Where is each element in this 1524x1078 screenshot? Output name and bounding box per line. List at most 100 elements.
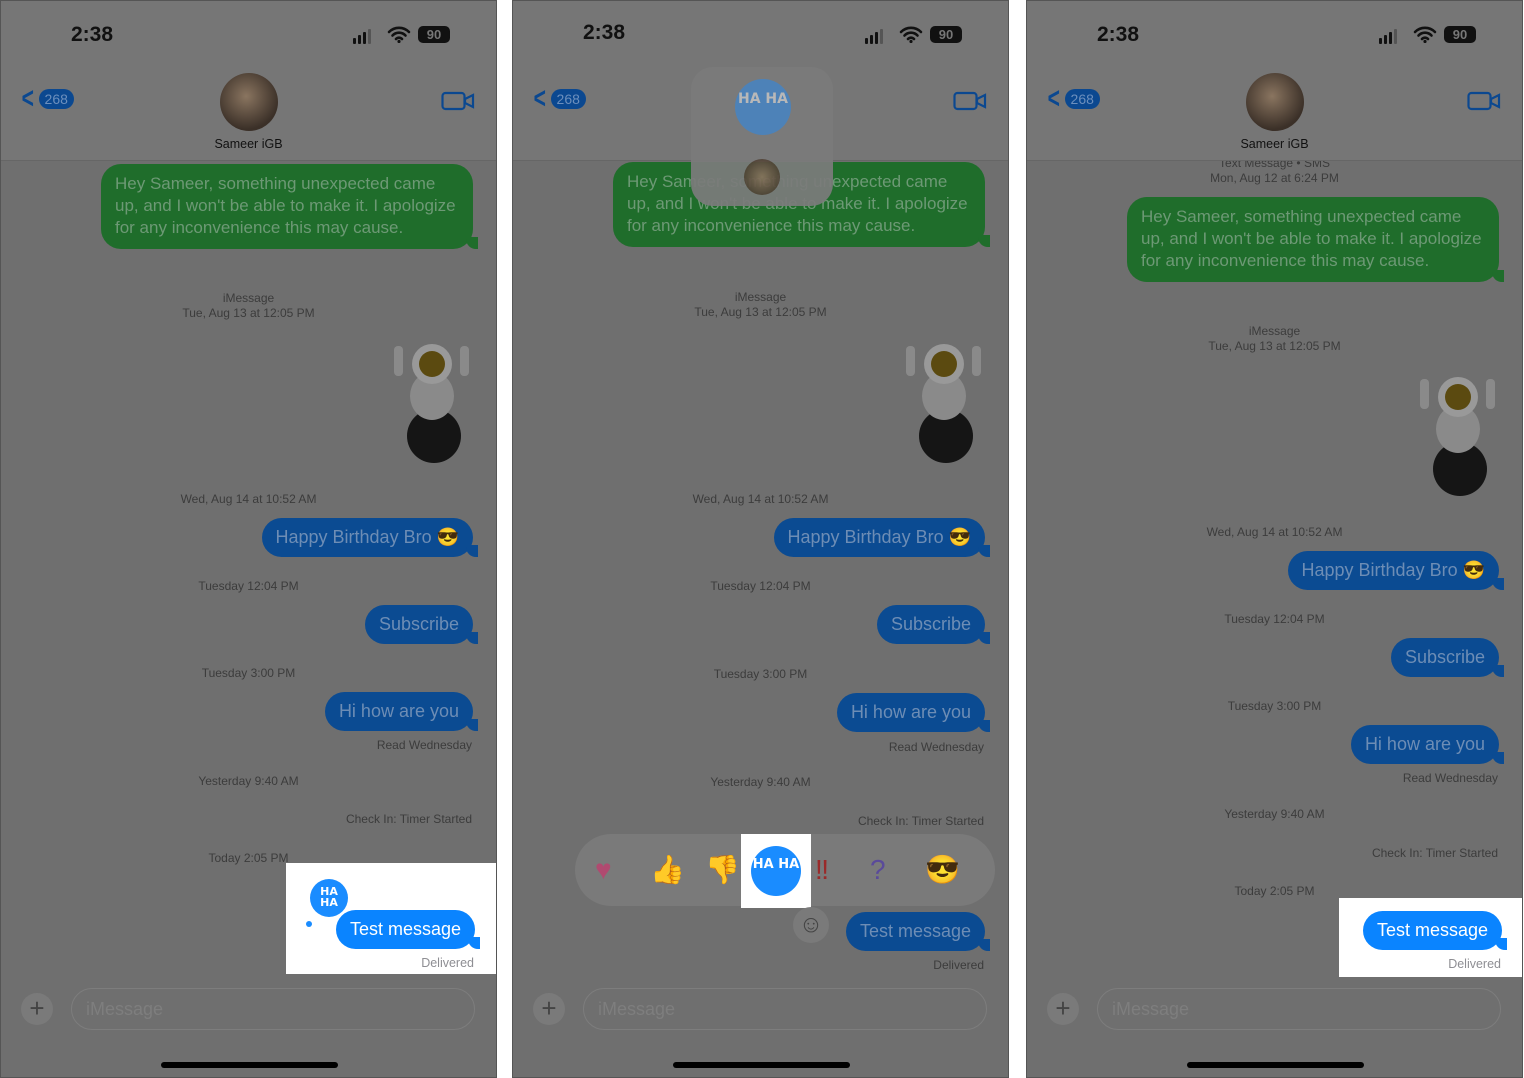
phone-screenshot-3: Text Message • SMS Mon, Aug 12 at 6:24 PM… bbox=[1026, 0, 1523, 1078]
message-input[interactable]: iMessage bbox=[1097, 988, 1501, 1030]
battery-indicator: 90 bbox=[418, 26, 450, 43]
battery-indicator: 90 bbox=[930, 26, 962, 43]
timestamp: Tue, Aug 13 at 12:05 PM bbox=[182, 306, 315, 320]
astronaut-sticker bbox=[388, 336, 474, 466]
message-bubble[interactable]: Hi how are you bbox=[324, 692, 479, 731]
back-button[interactable]: <268 bbox=[19, 82, 74, 115]
phone-screenshot-2: Hey Sameer, something unexpected came up… bbox=[512, 0, 1009, 1078]
add-attachment-button[interactable]: + bbox=[533, 993, 565, 1025]
navigation-header: 2:38 90 <268 Sameer iGB bbox=[1, 1, 496, 161]
unread-count-badge: 268 bbox=[1064, 89, 1100, 109]
cellular-signal-icon bbox=[353, 29, 371, 44]
popup-haha-icon: HA HA bbox=[735, 79, 791, 135]
timestamp: Yesterday 9:40 AM bbox=[198, 774, 299, 788]
video-call-icon bbox=[1467, 89, 1501, 118]
timestamp: Yesterday 9:40 AM bbox=[1224, 807, 1325, 821]
home-indicator[interactable] bbox=[1187, 1062, 1364, 1068]
wifi-icon bbox=[1413, 25, 1437, 48]
timestamp: iMessage bbox=[222, 291, 275, 305]
phone-screenshot-1: Hey Sameer, something unexpected came up… bbox=[0, 0, 497, 1078]
home-indicator[interactable] bbox=[161, 1062, 338, 1068]
message-bubble[interactable]: Hi how are you bbox=[836, 693, 991, 732]
test-message-bubble[interactable]: Test message bbox=[335, 910, 481, 949]
add-emoji-reaction-icon[interactable]: ☺ bbox=[793, 907, 829, 943]
thumbs-down-icon[interactable]: 👎 bbox=[705, 854, 740, 886]
contact-avatar[interactable] bbox=[1246, 73, 1304, 131]
message-bubble[interactable]: Hey Sameer, something unexpected came up… bbox=[101, 164, 478, 249]
cellular-signal-icon bbox=[1379, 29, 1397, 44]
astronaut-sticker bbox=[1414, 369, 1500, 499]
exclamation-icon[interactable]: ‼ bbox=[815, 854, 829, 886]
message-bubble[interactable]: Hey Sameer, something unexpected came up… bbox=[1127, 197, 1504, 282]
message-status: Check In: Timer Started bbox=[345, 812, 472, 826]
cellular-signal-icon bbox=[865, 29, 883, 44]
timestamp: Yesterday 9:40 AM bbox=[710, 775, 811, 789]
question-icon[interactable]: ? bbox=[870, 854, 886, 886]
message-bubble[interactable]: Subscribe bbox=[1390, 638, 1505, 677]
haha-reaction-badge[interactable]: HA HA bbox=[310, 879, 348, 917]
timestamp: Tuesday 3:00 PM bbox=[201, 666, 296, 680]
message-status: Delivered bbox=[933, 958, 984, 972]
timestamp: iMessage bbox=[1248, 324, 1301, 338]
timestamp: Tuesday 12:04 PM bbox=[198, 579, 299, 593]
message-bubble[interactable]: Happy Birthday Bro 😎 bbox=[1287, 551, 1504, 590]
message-status: Read Wednesday bbox=[888, 740, 984, 754]
delivered-status: Delivered bbox=[421, 956, 474, 970]
status-time: 2:38 bbox=[71, 23, 114, 46]
tapback-reaction-bar: ♥ 👍 👎 HA HA ‼? 😎 bbox=[575, 834, 995, 908]
timestamp: Tuesday 12:04 PM bbox=[710, 579, 811, 593]
contact-name[interactable]: Sameer iGB bbox=[1027, 137, 1522, 151]
chevron-left-icon: < bbox=[21, 82, 34, 115]
thumbs-up-icon[interactable]: 👍 bbox=[650, 854, 685, 886]
message-bubble[interactable]: Happy Birthday Bro 😎 bbox=[773, 518, 990, 557]
sunglasses-emoji-icon[interactable]: 😎 bbox=[925, 854, 960, 886]
chevron-left-icon: < bbox=[533, 82, 546, 115]
highlighted-message-area: Test message Delivered bbox=[1339, 898, 1522, 977]
wifi-icon bbox=[899, 25, 923, 48]
home-indicator[interactable] bbox=[673, 1062, 850, 1068]
back-button[interactable]: <268 bbox=[1045, 82, 1100, 115]
message-input[interactable]: iMessage bbox=[71, 988, 475, 1030]
video-call-icon bbox=[441, 89, 475, 118]
message-bubble[interactable]: Happy Birthday Bro 😎 bbox=[261, 518, 478, 557]
timestamp: Wed, Aug 14 at 10:52 AM bbox=[1206, 525, 1343, 539]
status-time: 2:38 bbox=[583, 21, 626, 44]
back-button[interactable]: <268 bbox=[531, 82, 586, 115]
contact-avatar[interactable] bbox=[220, 73, 278, 131]
timestamp: Today 2:05 PM bbox=[1234, 884, 1315, 898]
timestamp: Tuesday 3:00 PM bbox=[1227, 699, 1322, 713]
timestamp: Wed, Aug 14 at 10:52 AM bbox=[692, 492, 829, 506]
timestamp: Tue, Aug 13 at 12:05 PM bbox=[694, 305, 827, 319]
reaction-tail-dot bbox=[306, 921, 312, 927]
battery-indicator: 90 bbox=[1444, 26, 1476, 43]
video-call-icon bbox=[953, 89, 987, 118]
test-message-bubble[interactable]: Test message bbox=[1362, 911, 1508, 950]
chevron-left-icon: < bbox=[1047, 82, 1060, 115]
message-bubble[interactable]: Subscribe bbox=[876, 605, 991, 644]
unread-count-badge: 268 bbox=[550, 89, 586, 109]
highlighted-message-area: HA HA Test message Delivered bbox=[286, 863, 496, 974]
heart-icon[interactable]: ♥ bbox=[595, 854, 612, 886]
message-input[interactable]: iMessage bbox=[583, 988, 987, 1030]
message-status: Read Wednesday bbox=[376, 738, 472, 752]
add-attachment-button[interactable]: + bbox=[1047, 993, 1079, 1025]
message-status: Check In: Timer Started bbox=[857, 814, 984, 828]
popup-contact-avatar bbox=[744, 159, 780, 195]
contact-name[interactable]: Sameer iGB bbox=[1, 137, 496, 151]
add-attachment-button[interactable]: + bbox=[21, 993, 53, 1025]
timestamp: Tue, Aug 13 at 12:05 PM bbox=[1208, 339, 1341, 353]
unread-count-badge: 268 bbox=[38, 89, 74, 109]
haha-icon[interactable]: HA HA bbox=[751, 846, 801, 896]
message-bubble[interactable]: Test message bbox=[845, 912, 991, 951]
status-time: 2:38 bbox=[1097, 23, 1140, 46]
timestamp: iMessage bbox=[734, 290, 787, 304]
delivered-status: Delivered bbox=[1448, 957, 1501, 971]
wifi-icon bbox=[387, 25, 411, 48]
message-bubble[interactable]: Subscribe bbox=[364, 605, 479, 644]
message-status: Read Wednesday bbox=[1402, 771, 1498, 785]
timestamp: Tuesday 12:04 PM bbox=[1224, 612, 1325, 626]
navigation-header: 2:38 90 <268 Sameer iGB bbox=[1027, 1, 1522, 161]
timestamp: Wed, Aug 14 at 10:52 AM bbox=[180, 492, 317, 506]
message-bubble[interactable]: Hi how are you bbox=[1350, 725, 1505, 764]
astronaut-sticker bbox=[900, 336, 986, 466]
